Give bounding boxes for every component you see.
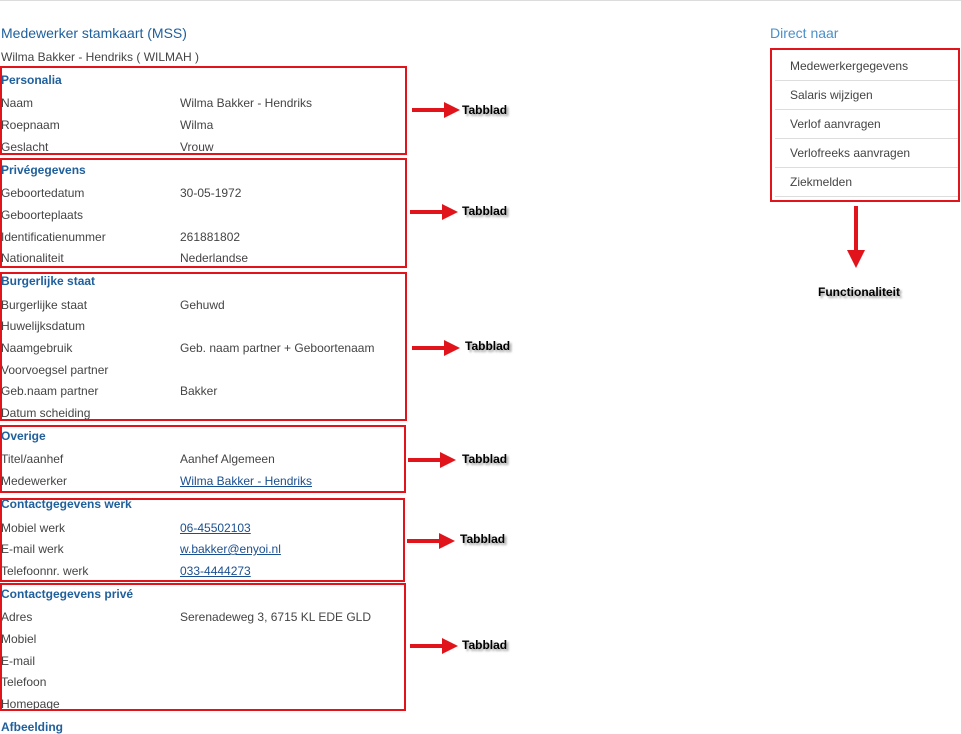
annotation-tabblad-3: Tabblad [412,337,522,361]
field-label: Geb.naam partner [1,384,99,398]
field-label: Naamgebruik [1,341,73,355]
section-heading-privegegevens: Privégegevens [1,163,86,177]
section-heading-burgerlijke-staat: Burgerlijke staat [1,274,96,288]
field-row-geboortedatum: Geboortedatum 30-05-1972 [1,186,401,202]
field-value: Nederlandse [180,251,249,265]
field-label: E-mail [1,654,36,668]
field-row-identificatienummer: Identificatienummer 261881802 [1,230,401,246]
section-heading-contact-prive: Contactgegevens privé [1,587,134,601]
field-label: Naam [1,96,34,110]
annotation-label: Tabblad [462,204,508,218]
right-arrow-icon [410,638,458,654]
field-row-huwelijksdatum: Huwelijksdatum [1,319,401,335]
field-row-adres: Adres Serenadeweg 3, 6715 KL EDE GLD [1,610,401,626]
mobiel-werk-link[interactable]: 06-45502103 [180,521,251,535]
telefoonnr-werk-link[interactable]: 033-4444273 [180,564,251,578]
field-row-datum-scheiding: Datum scheiding [1,406,401,422]
field-row-geb-naam-partner: Geb.naam partner Bakker [1,384,401,400]
field-label: Titel/aanhef [1,452,64,466]
field-label: Telefoon [1,675,47,689]
page-title: Medewerker stamkaart (MSS) [1,25,187,41]
field-label: Roepnaam [1,118,60,132]
field-value: 261881802 [180,230,241,244]
field-row-roepnaam: Roepnaam Wilma [1,118,401,134]
right-arrow-icon [408,452,456,468]
field-row-telefoonnr-werk: Telefoonnr. werk 033-4444273 [1,564,401,580]
section-heading-contact-werk: Contactgegevens werk [1,497,132,511]
field-row-geslacht: Geslacht Vrouw [1,140,401,156]
field-value: Serenadeweg 3, 6715 KL EDE GLD [180,610,372,624]
field-row-titel-aanhef: Titel/aanhef Aanhef Algemeen [1,452,401,468]
field-label: Geboorteplaats [1,208,84,222]
menu-item-medewerkergegevens[interactable]: Medewerkergegevens [775,52,958,81]
annotation-tabblad-2: Tabblad [410,201,520,225]
field-row-mobiel-werk: Mobiel werk 06-45502103 [1,521,401,537]
field-label: Geboortedatum [1,186,85,200]
right-arrow-icon [410,204,458,220]
annotation-label: Tabblad [462,452,508,466]
field-label: Adres [1,610,33,624]
field-value: Wilma [180,118,214,132]
field-label: Nationaliteit [1,251,64,265]
menu-item-salaris-wijzigen[interactable]: Salaris wijzigen [775,81,958,110]
field-label: Mobiel [1,632,37,646]
field-row-telefoon: Telefoon [1,675,401,691]
annotation-tabblad-6: Tabblad [410,635,520,659]
field-row-nationaliteit: Nationaliteit Nederlandse [1,251,401,267]
field-label: Medewerker [1,474,68,488]
field-label: Mobiel werk [1,521,66,535]
menu-item-verlofreeks-aanvragen[interactable]: Verlofreeks aanvragen [775,139,958,168]
menu-item-ziekmelden[interactable]: Ziekmelden [775,168,958,197]
field-label: Datum scheiding [1,406,91,420]
section-heading-personalia: Personalia [1,73,62,87]
field-row-voorvoegsel-partner: Voorvoegsel partner [1,363,401,379]
field-label: E-mail werk [1,542,64,556]
field-label: Homepage [1,697,60,711]
field-row-geboorteplaats: Geboorteplaats [1,208,401,224]
annotation-label: Tabblad [460,532,506,546]
field-row-homepage: Homepage [1,697,401,713]
menu-item-verlof-aanvragen[interactable]: Verlof aanvragen [775,110,958,139]
annotation-label: Tabblad [462,103,508,117]
annotation-tabblad-4: Tabblad [408,449,518,473]
field-label: Burgerlijke staat [1,298,88,312]
right-arrow-icon [412,102,460,118]
field-value: Aanhef Algemeen [180,452,275,466]
direct-naar-title: Direct naar [770,25,839,41]
field-value: Wilma Bakker - Hendriks [180,96,313,110]
annotation-label: Tabblad [465,339,511,353]
field-label: Huwelijksdatum [1,319,86,333]
annotation-tabblad-1: Tabblad [412,99,522,123]
employee-subtitle: Wilma Bakker - Hendriks ( WILMAH ) [1,50,200,64]
annotation-tabblad-5: Tabblad [407,530,517,554]
field-row-email-werk: E-mail werk w.bakker@enyoi.nl [1,542,401,558]
field-label: Telefoonnr. werk [1,564,89,578]
field-value: Vrouw [180,140,214,154]
field-value: Geb. naam partner + Geboortenaam [180,341,375,355]
top-divider [0,0,961,1]
field-row-naam: Naam Wilma Bakker - Hendriks [1,96,401,112]
annotation-label: Tabblad [462,638,508,652]
field-row-medewerker: Medewerker Wilma Bakker - Hendriks [1,474,401,490]
field-value: 30-05-1972 [180,186,242,200]
field-row-burgerlijke-staat: Burgerlijke staat Gehuwd [1,298,401,314]
field-label: Identificatienummer [1,230,106,244]
field-label: Voorvoegsel partner [1,363,109,377]
direct-naar-menu: Medewerkergegevens Salaris wijzigen Verl… [775,52,958,197]
right-arrow-icon [407,533,455,549]
medewerker-link[interactable]: Wilma Bakker - Hendriks [180,474,312,488]
right-arrow-icon [412,340,460,356]
email-werk-link[interactable]: w.bakker@enyoi.nl [180,542,281,556]
field-value: Gehuwd [180,298,225,312]
field-label: Geslacht [1,140,49,154]
down-arrow-icon [847,206,865,268]
field-row-email: E-mail [1,654,401,670]
field-row-naamgebruik: Naamgebruik Geb. naam partner + Geboorte… [1,341,401,357]
section-heading-afbeelding: Afbeelding [1,720,63,734]
section-heading-overige: Overige [1,429,46,443]
field-value: Bakker [180,384,218,398]
annotation-functionaliteit: Functionaliteit [818,285,900,299]
field-row-mobiel: Mobiel [1,632,401,648]
